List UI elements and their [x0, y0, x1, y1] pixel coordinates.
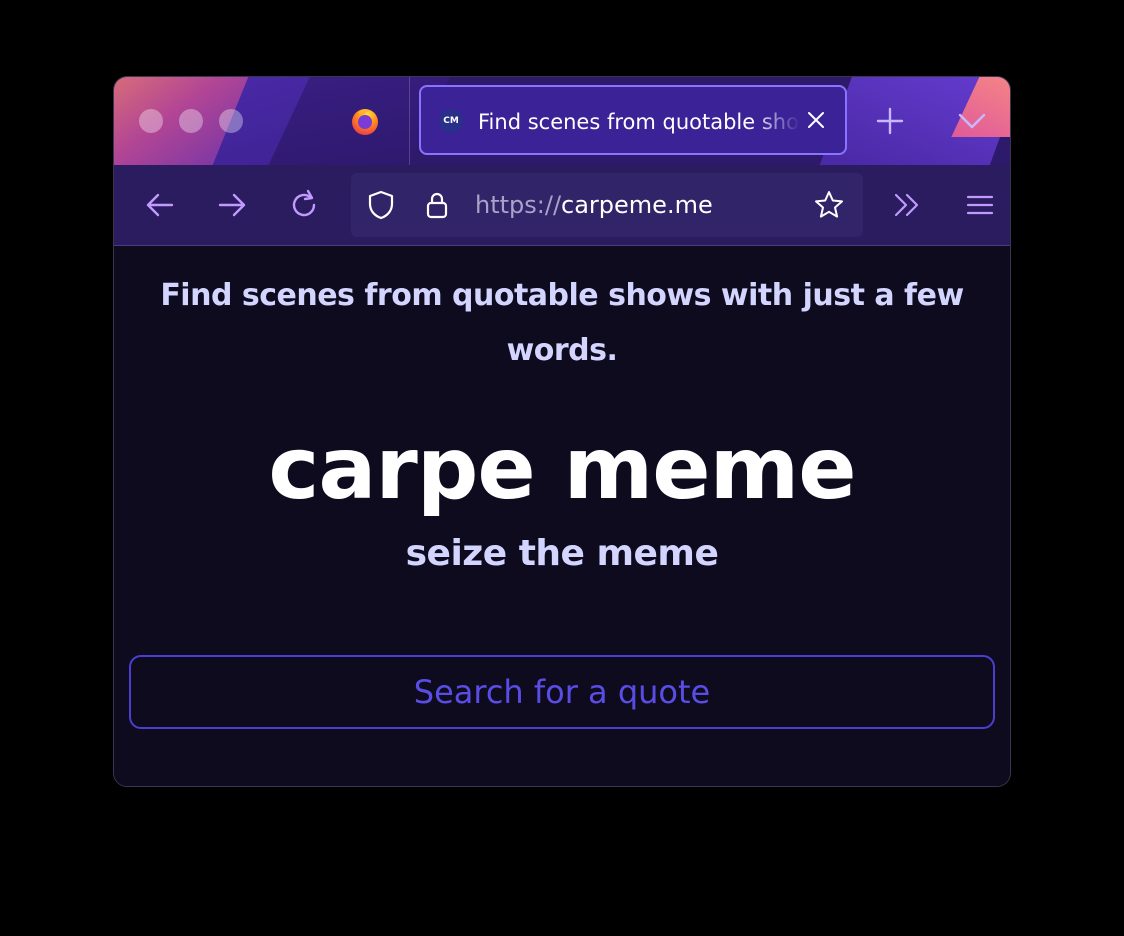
- close-icon[interactable]: [801, 105, 831, 135]
- site-subtitle: seize the meme: [405, 533, 719, 574]
- active-tab[interactable]: CM Find scenes from quotable shows with …: [419, 85, 847, 155]
- tab-strip: CM Find scenes from quotable shows with …: [114, 77, 1010, 165]
- chevron-down-icon[interactable]: [954, 103, 990, 139]
- url-text[interactable]: https://carpeme.me: [475, 190, 713, 220]
- arrow-right-icon[interactable]: [214, 187, 250, 223]
- url-bar[interactable]: https://carpeme.me: [351, 173, 863, 237]
- hamburger-menu-icon[interactable]: [962, 187, 998, 223]
- star-icon[interactable]: [813, 189, 845, 221]
- arrow-left-icon[interactable]: [142, 187, 178, 223]
- lock-icon[interactable]: [421, 189, 453, 221]
- tab-title: Find scenes from quotable shows with jus…: [478, 110, 800, 134]
- window-close-button[interactable]: [139, 109, 163, 133]
- firefox-logo-icon: [352, 109, 378, 135]
- site-favicon-icon: CM: [439, 109, 463, 133]
- url-scheme: https://: [475, 191, 562, 219]
- double-chevron-right-icon[interactable]: [890, 187, 926, 223]
- window-zoom-button[interactable]: [219, 109, 243, 133]
- site-title: carpe meme: [268, 419, 856, 519]
- plus-icon[interactable]: [872, 103, 908, 139]
- url-host: carpeme.me: [561, 191, 713, 219]
- shield-icon[interactable]: [365, 189, 397, 221]
- reload-icon[interactable]: [286, 187, 322, 223]
- page-tagline: Find scenes from quotable shows with jus…: [160, 278, 964, 368]
- navigation-toolbar: https://carpeme.me: [114, 165, 1010, 246]
- search-input[interactable]: [129, 655, 995, 729]
- browser-window: CM Find scenes from quotable shows with …: [113, 76, 1011, 787]
- page-content: Find scenes from quotable shows with jus…: [114, 246, 1010, 786]
- window-minimize-button[interactable]: [179, 109, 203, 133]
- tab-divider: [409, 77, 410, 165]
